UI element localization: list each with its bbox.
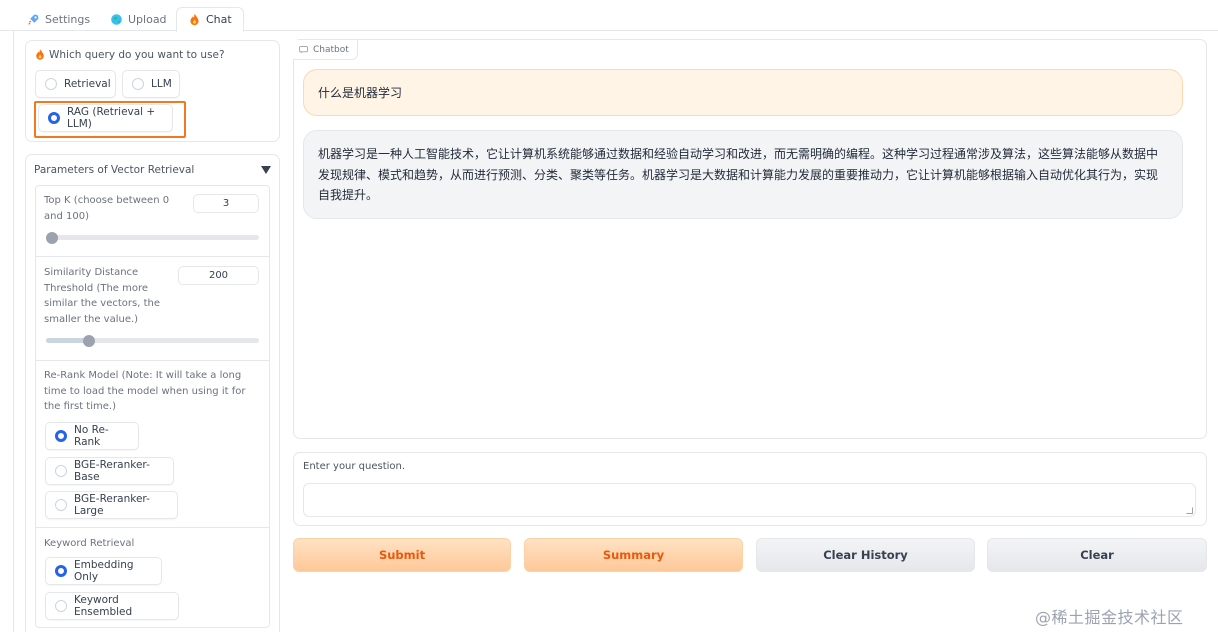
radio-bge-large[interactable]: BGE-Reranker-Large bbox=[45, 491, 178, 519]
vector-params-title: Parameters of Vector Retrieval bbox=[34, 164, 195, 176]
rocket-icon bbox=[28, 14, 39, 25]
radio-llm[interactable]: LLM bbox=[122, 70, 180, 98]
tab-upload-label: Upload bbox=[128, 13, 167, 26]
radio-keyword-ensembled[interactable]: Keyword Ensembled bbox=[45, 592, 179, 620]
radio-label: Keyword Ensembled bbox=[74, 594, 133, 618]
radio-dot bbox=[55, 499, 67, 511]
radio-label: BGE-Reranker-Base bbox=[74, 459, 150, 483]
radio-dot-selected bbox=[55, 430, 67, 442]
radio-label: Embedding Only bbox=[74, 559, 134, 583]
question-label: Enter your question. bbox=[303, 461, 406, 472]
tab-chat-label: Chat bbox=[206, 13, 232, 26]
summary-button[interactable]: Summary bbox=[524, 538, 743, 572]
radio-dot bbox=[45, 78, 57, 90]
radio-dot bbox=[132, 78, 144, 90]
similarity-label: Similarity Distance Threshold (The more … bbox=[44, 267, 160, 325]
radio-label: BGE-Reranker-Large bbox=[74, 493, 150, 517]
query-label: Which query do you want to use? bbox=[34, 48, 225, 61]
clear-history-button[interactable]: Clear History bbox=[756, 538, 975, 572]
clear-button[interactable]: Clear bbox=[987, 538, 1207, 572]
tab-upload[interactable]: Upload bbox=[110, 8, 167, 31]
divider bbox=[35, 256, 270, 257]
rerank-label: Re-Rank Model (Note: It will take a long… bbox=[44, 370, 246, 412]
radio-no-rerank[interactable]: No Re-Rank bbox=[45, 422, 139, 450]
radio-bge-base[interactable]: BGE-Reranker-Base bbox=[45, 457, 174, 485]
triangle-down-icon bbox=[261, 166, 271, 174]
user-message: 什么是机器学习 bbox=[303, 69, 1183, 116]
submit-button[interactable]: Submit bbox=[293, 538, 511, 572]
radio-label: No Re-Rank bbox=[74, 424, 109, 448]
chat-bubble-icon bbox=[299, 45, 308, 54]
tab-chat[interactable]: Chat bbox=[176, 7, 244, 32]
similarity-input[interactable]: 200 bbox=[178, 266, 259, 285]
bot-message: 机器学习是一种人工智能技术，它让计算机系统能够通过数据和经验自动学习和改进，而无… bbox=[303, 130, 1183, 219]
radio-embedding-only[interactable]: Embedding Only bbox=[45, 557, 162, 585]
radio-label: Retrieval bbox=[64, 78, 111, 90]
highlight-annotation bbox=[34, 101, 186, 138]
radio-retrieval[interactable]: Retrieval bbox=[35, 70, 116, 98]
radio-dot bbox=[55, 465, 67, 477]
topk-label: Top K (choose between 0 and 100) bbox=[44, 195, 170, 222]
topk-slider-thumb[interactable] bbox=[46, 231, 59, 244]
similarity-slider-thumb[interactable] bbox=[82, 334, 95, 347]
radio-dot bbox=[55, 600, 67, 612]
chatbot-label: Chatbot bbox=[293, 40, 358, 60]
globe-icon bbox=[111, 14, 122, 25]
divider bbox=[35, 360, 270, 361]
similarity-slider[interactable] bbox=[46, 334, 259, 347]
question-input[interactable] bbox=[303, 483, 1196, 517]
watermark: @稀土掘金技术社区 bbox=[1035, 608, 1184, 627]
radio-dot-selected bbox=[55, 565, 67, 577]
radio-label: LLM bbox=[151, 78, 172, 90]
topk-input[interactable]: 3 bbox=[193, 194, 259, 213]
fire-icon bbox=[190, 13, 199, 26]
divider bbox=[35, 527, 270, 528]
tab-settings-label: Settings bbox=[45, 13, 91, 26]
keyword-label: Keyword Retrieval bbox=[44, 538, 135, 549]
tab-bar: Settings Upload Chat bbox=[0, 0, 1218, 32]
tab-settings[interactable]: Settings bbox=[27, 8, 90, 31]
fire-icon bbox=[36, 49, 44, 60]
vector-params-header[interactable]: Parameters of Vector Retrieval bbox=[25, 155, 280, 185]
chatbot-label-text: Chatbot bbox=[313, 44, 349, 55]
topk-slider[interactable] bbox=[46, 231, 259, 244]
